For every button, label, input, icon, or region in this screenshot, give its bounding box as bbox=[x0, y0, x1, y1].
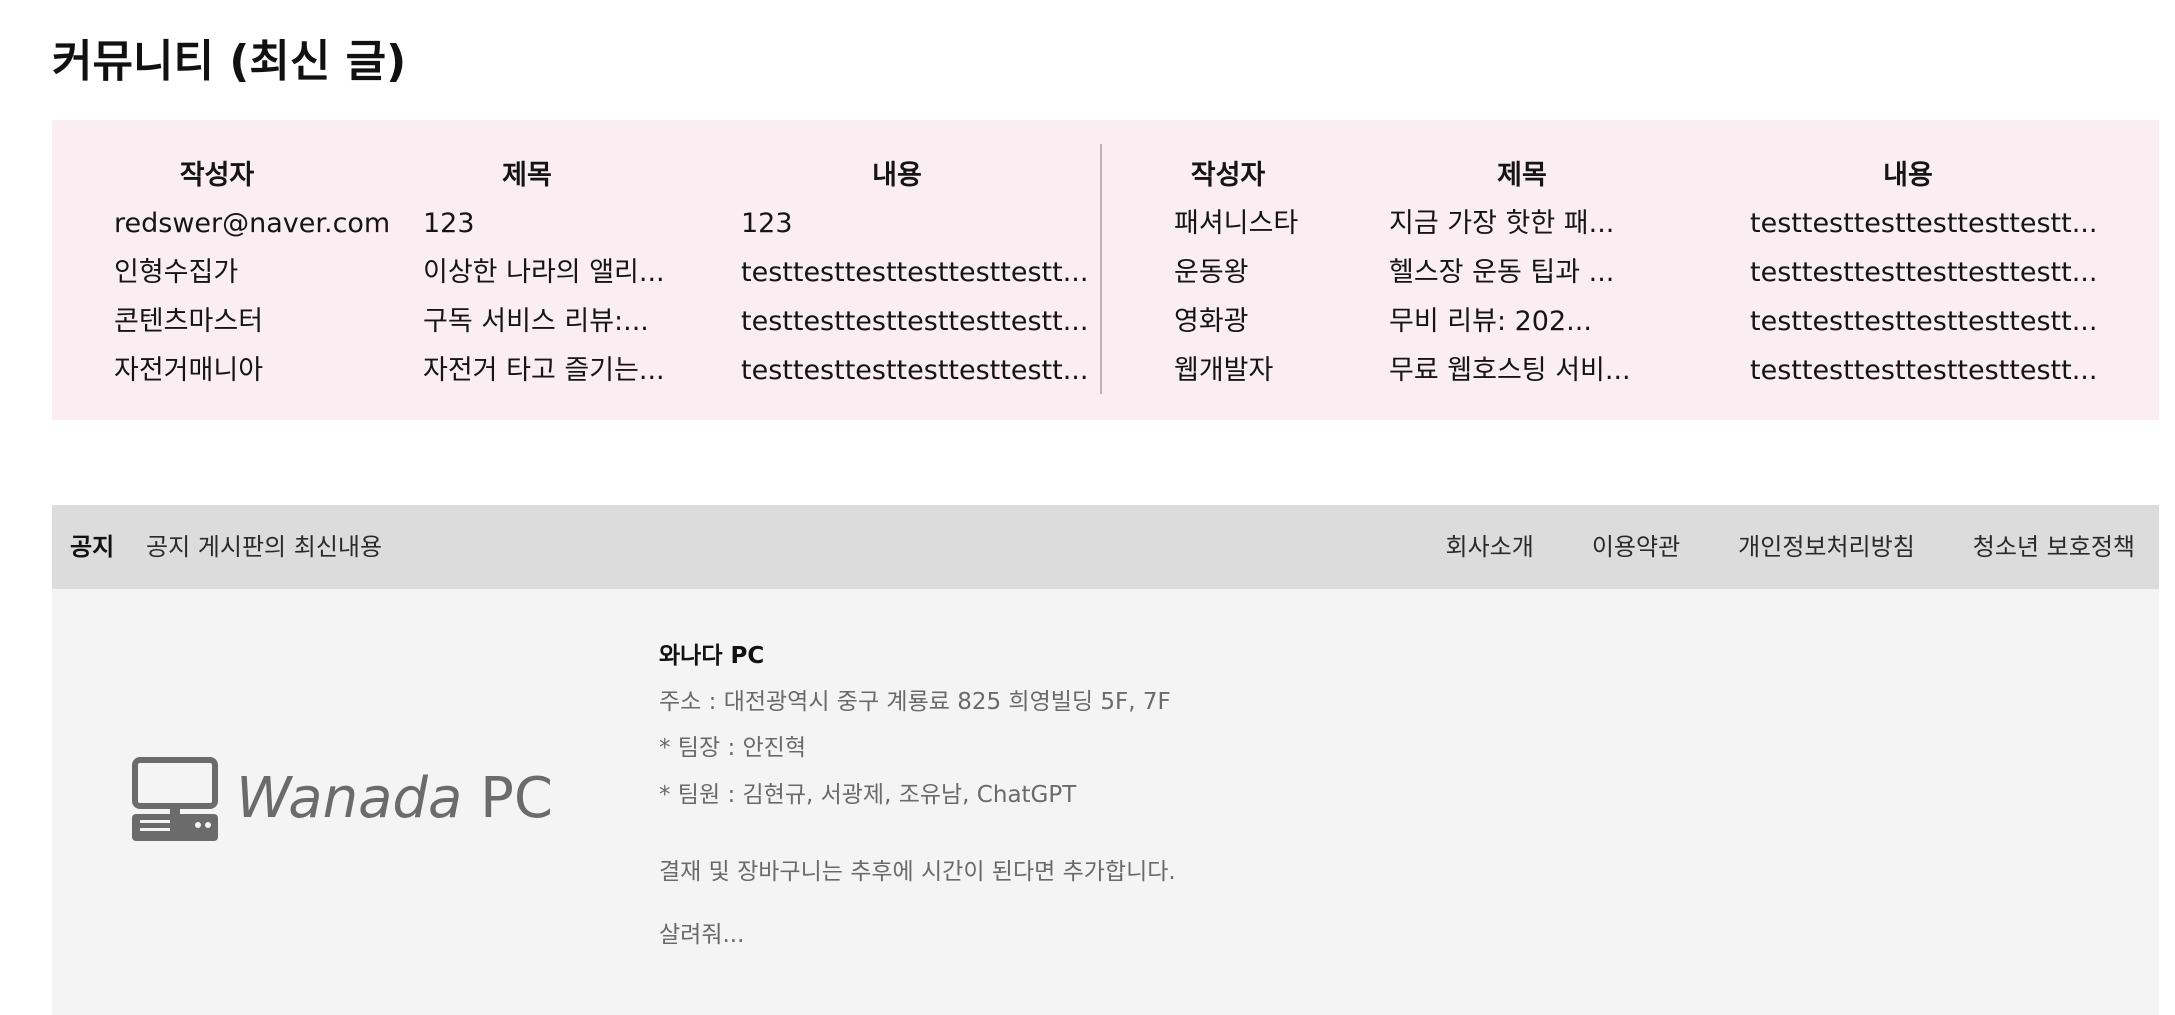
right-row-3-title[interactable]: 무비 리뷰: 202... bbox=[1389, 304, 1592, 340]
community-panel: 작성자 제목 내용 redswer@naver.com 123 123 인형수집… bbox=[52, 120, 2159, 420]
page-title: 커뮤니티 (최신 글) bbox=[52, 36, 407, 87]
right-header-content: 내용 bbox=[1883, 160, 1933, 191]
right-header-author: 작성자 bbox=[1190, 160, 1266, 191]
company-name: 와나다 PC bbox=[659, 643, 765, 669]
left-header-author: 작성자 bbox=[179, 160, 255, 191]
left-row-1-title[interactable]: 123 bbox=[423, 206, 475, 242]
left-row-2-content[interactable]: testtesttesttesttesttestt... bbox=[741, 255, 1088, 291]
right-row-3-author[interactable]: 영화광 bbox=[1174, 304, 1249, 340]
notice-label: 공지 bbox=[70, 533, 115, 561]
right-row-4-title[interactable]: 무료 웹호스팅 서비... bbox=[1389, 353, 1631, 389]
footer-notice-bar: 공지 공지 게시판의 최신내용 회사소개 이용약관 개인정보처리방침 청소년 보… bbox=[52, 505, 2159, 589]
logo-text: Wanada PC bbox=[236, 764, 553, 834]
right-row-2-title[interactable]: 헬스장 운동 팁과 ... bbox=[1389, 255, 1614, 291]
right-row-4-author[interactable]: 웹개발자 bbox=[1174, 353, 1273, 389]
table-divider bbox=[1100, 144, 1102, 394]
right-header-title: 제목 bbox=[1497, 160, 1547, 191]
footer-link-company[interactable]: 회사소개 bbox=[1446, 529, 1534, 565]
left-row-3-title[interactable]: 구독 서비스 리뷰:... bbox=[423, 304, 649, 340]
left-row-4-author[interactable]: 자전거매니아 bbox=[114, 353, 263, 389]
left-row-4-title[interactable]: 자전거 타고 즐기는... bbox=[423, 353, 665, 389]
logo-word: Wanada bbox=[236, 766, 463, 831]
left-row-2-author[interactable]: 인형수집가 bbox=[114, 255, 238, 291]
team-leader: * 팀장 : 안진혁 bbox=[659, 735, 806, 761]
footer-link-privacy[interactable]: 개인정보처리방침 bbox=[1738, 529, 1915, 565]
right-row-1-content[interactable]: testtesttesttesttesttestt... bbox=[1750, 206, 2097, 242]
left-header-title: 제목 bbox=[502, 160, 552, 191]
left-row-1-content[interactable]: 123 bbox=[741, 206, 793, 242]
left-row-1-author[interactable]: redswer@naver.com bbox=[114, 206, 390, 242]
footer-link-terms[interactable]: 이용약관 bbox=[1592, 529, 1680, 565]
right-row-1-title[interactable]: 지금 가장 핫한 패... bbox=[1389, 206, 1614, 242]
logo-suffix: PC bbox=[480, 766, 553, 831]
right-row-3-content[interactable]: testtesttesttesttesttestt... bbox=[1750, 304, 2097, 340]
company-info-area: Wanada PC 와나다 PC 주소 : 대전광역시 중구 계룡료 825 희… bbox=[52, 589, 2159, 1015]
site-logo: Wanada PC bbox=[132, 757, 553, 841]
left-row-4-content[interactable]: testtesttesttesttesttestt... bbox=[741, 353, 1088, 389]
left-row-3-author[interactable]: 콘텐츠마스터 bbox=[114, 304, 263, 340]
right-row-2-author[interactable]: 운동왕 bbox=[1174, 255, 1249, 291]
notice-latest-link[interactable]: 공지 게시판의 최신내용 bbox=[146, 529, 382, 565]
left-header-content: 내용 bbox=[872, 160, 922, 191]
footer-links: 회사소개 이용약관 개인정보처리방침 청소년 보호정책 bbox=[1446, 529, 2136, 565]
right-row-1-author[interactable]: 패셔니스타 bbox=[1174, 206, 1298, 242]
computer-icon bbox=[132, 757, 218, 841]
company-address: 주소 : 대전광역시 중구 계룡료 825 희영빌딩 5F, 7F bbox=[659, 689, 1171, 715]
info-plea: 살려줘... bbox=[659, 922, 745, 948]
team-members: * 팀원 : 김현규, 서광제, 조유남, ChatGPT bbox=[659, 782, 1077, 808]
right-row-2-content[interactable]: testtesttesttesttesttestt... bbox=[1750, 255, 2097, 291]
left-row-2-title[interactable]: 이상한 나라의 앨리... bbox=[423, 255, 665, 291]
left-row-3-content[interactable]: testtesttesttesttesttestt... bbox=[741, 304, 1088, 340]
right-row-4-content[interactable]: testtesttesttesttesttestt... bbox=[1750, 353, 2097, 389]
footer-link-youth-policy[interactable]: 청소년 보호정책 bbox=[1973, 529, 2135, 565]
info-note: 결재 및 장바구니는 추후에 시간이 된다면 추가합니다. bbox=[659, 859, 1176, 885]
